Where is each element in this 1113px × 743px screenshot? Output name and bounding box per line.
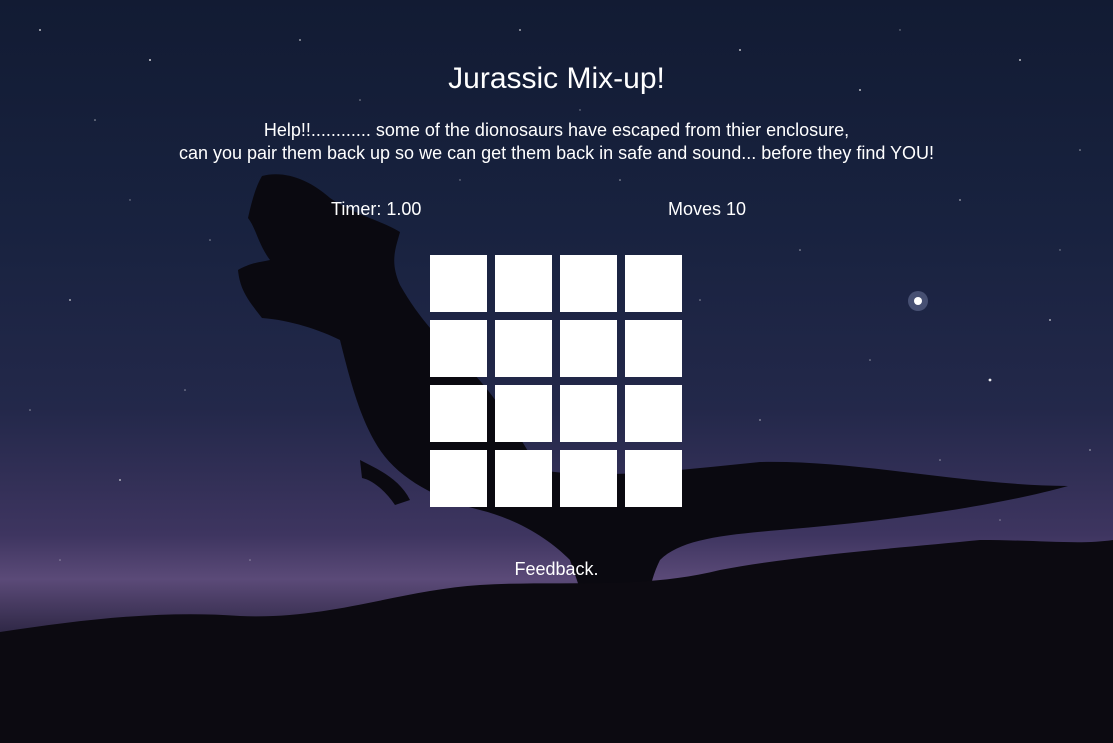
- intro-text: Help!!............ some of the dionosaur…: [0, 119, 1113, 165]
- intro-line-2: can you pair them back up so we can get …: [178, 143, 935, 163]
- memory-card[interactable]: [495, 385, 552, 442]
- card-grid: [430, 255, 683, 508]
- memory-card[interactable]: [560, 320, 617, 377]
- memory-card[interactable]: [430, 255, 487, 312]
- memory-card[interactable]: [495, 450, 552, 507]
- moves-counter: Moves 10: [668, 199, 747, 219]
- bright-star: [908, 291, 928, 311]
- memory-card[interactable]: [560, 385, 617, 442]
- memory-card[interactable]: [495, 255, 552, 312]
- memory-card[interactable]: [430, 450, 487, 507]
- intro-line-1: Help!!............ some of the dionosaur…: [263, 120, 850, 140]
- memory-card[interactable]: [560, 255, 617, 312]
- memory-card[interactable]: [625, 255, 682, 312]
- memory-card[interactable]: [625, 385, 682, 442]
- memory-card[interactable]: [625, 320, 682, 377]
- game-title: Jurassic Mix-up!: [448, 62, 665, 95]
- memory-card[interactable]: [495, 320, 552, 377]
- memory-card[interactable]: [430, 320, 487, 377]
- memory-card[interactable]: [430, 385, 487, 442]
- memory-card[interactable]: [560, 450, 617, 507]
- feedback-text: Feedback.: [514, 559, 599, 579]
- memory-card[interactable]: [625, 450, 682, 507]
- timer-display: Timer: 1.00: [331, 199, 422, 219]
